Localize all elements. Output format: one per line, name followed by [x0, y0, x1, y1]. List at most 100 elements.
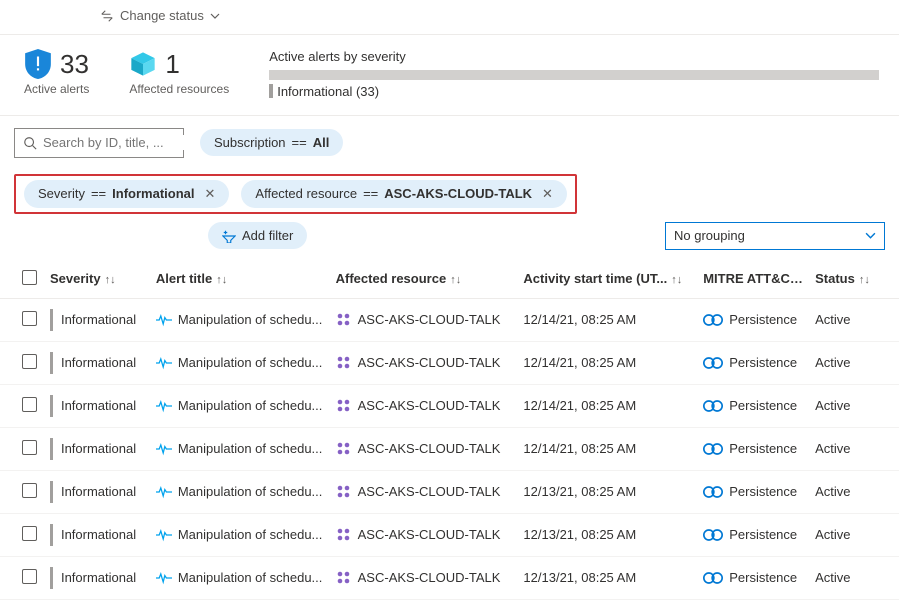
- pulse-icon: [156, 313, 172, 327]
- close-icon[interactable]: ✕: [542, 186, 553, 202]
- pulse-icon: [156, 356, 172, 370]
- cluster-icon: [336, 355, 352, 371]
- table-header: Severity↑↓ Alert title↑↓ Affected resour…: [0, 262, 899, 299]
- persistence-icon: [703, 527, 723, 543]
- severity-indicator: [50, 524, 53, 546]
- severity-title: Active alerts by severity: [269, 49, 879, 64]
- activity-time: 12/13/21, 08:25 AM: [523, 570, 703, 585]
- status-value: Active: [815, 312, 885, 327]
- sort-icon: ↑↓: [216, 274, 227, 286]
- row-checkbox[interactable]: [22, 483, 37, 498]
- mitre-cell: Persistence: [703, 398, 815, 414]
- mitre-tactic: Persistence: [729, 441, 797, 456]
- severity-indicator: [50, 395, 53, 417]
- active-alerts-stat: 33 Active alerts: [24, 49, 89, 96]
- severity-indicator: [50, 438, 53, 460]
- alert-title: Manipulation of schedu...: [178, 570, 323, 585]
- persistence-icon: [703, 398, 723, 414]
- col-header-resource[interactable]: Affected resource↑↓: [336, 271, 524, 286]
- pulse-icon: [156, 571, 172, 585]
- col-header-mitre[interactable]: MITRE ATT&CK...: [703, 271, 815, 286]
- add-filter-icon: [222, 229, 236, 243]
- severity-value: Informational: [61, 441, 144, 456]
- sort-icon: ↑↓: [859, 274, 870, 286]
- activity-time: 12/14/21, 08:25 AM: [523, 398, 703, 413]
- resource-name: ASC-AKS-CLOUD-TALK: [358, 527, 501, 542]
- row-checkbox[interactable]: [22, 569, 37, 584]
- resource-name: ASC-AKS-CLOUD-TALK: [358, 398, 501, 413]
- search-field[interactable]: [43, 135, 219, 150]
- severity-value: Informational: [61, 355, 144, 370]
- change-status-button[interactable]: Change status: [100, 8, 220, 23]
- sort-icon: ↑↓: [105, 274, 116, 286]
- col-header-title[interactable]: Alert title↑↓: [156, 271, 336, 286]
- row-checkbox[interactable]: [22, 440, 37, 455]
- mitre-cell: Persistence: [703, 527, 815, 543]
- row-checkbox[interactable]: [22, 354, 37, 369]
- alert-title: Manipulation of schedu...: [178, 441, 323, 456]
- mitre-tactic: Persistence: [729, 398, 797, 413]
- active-alerts-label: Active alerts: [24, 82, 89, 96]
- resource-cell: ASC-AKS-CLOUD-TALK: [336, 484, 524, 500]
- table-row[interactable]: Informational Manipulation of schedu... AS…: [0, 514, 899, 557]
- mitre-tactic: Persistence: [729, 355, 797, 370]
- table-row[interactable]: InformationalManipulation of schedu...AS…: [0, 385, 899, 428]
- close-icon[interactable]: ✕: [205, 186, 216, 202]
- table-row[interactable]: Informational Manipulation of schedu... AS…: [0, 428, 899, 471]
- row-checkbox[interactable]: [22, 526, 37, 541]
- severity-value: Informational: [61, 484, 144, 499]
- row-checkbox[interactable]: [22, 311, 37, 326]
- cluster-icon: [336, 441, 352, 457]
- table-row[interactable]: InformationalManipulation of schedu...AS…: [0, 342, 899, 385]
- col-header-severity[interactable]: Severity↑↓: [50, 271, 156, 286]
- filter-value: All: [313, 135, 330, 150]
- filter-op: ==: [363, 186, 378, 201]
- resource-cell: ASC-AKS-CLOUD-TALK: [336, 570, 524, 586]
- mitre-tactic: Persistence: [729, 527, 797, 542]
- severity-value: Informational: [61, 570, 144, 585]
- grouping-dropdown[interactable]: No grouping: [665, 222, 885, 250]
- severity-indicator: [50, 567, 53, 589]
- add-filter-label: Add filter: [242, 228, 293, 243]
- mitre-tactic: Persistence: [729, 312, 797, 327]
- activity-time: 12/14/21, 08:25 AM: [523, 441, 703, 456]
- filter-pill-resource[interactable]: Affected resource == ASC-AKS-CLOUD-TALK …: [241, 180, 567, 208]
- persistence-icon: [703, 312, 723, 328]
- chevron-down-icon: [210, 11, 220, 21]
- row-checkbox[interactable]: [22, 397, 37, 412]
- alert-title-cell: Manipulation of schedu...: [156, 527, 336, 542]
- cluster-icon: [336, 312, 352, 328]
- resource-cell: ASC-AKS-CLOUD-TALK: [336, 441, 524, 457]
- table-row[interactable]: InformationalManipulation of schedu...AS…: [0, 299, 899, 342]
- filter-value: Informational: [112, 186, 194, 201]
- alert-title: Manipulation of schedu...: [178, 312, 323, 327]
- pulse-icon: [156, 528, 172, 542]
- search-icon: [23, 136, 37, 150]
- alert-title: Manipulation of schedu...: [178, 527, 323, 542]
- severity-value: Informational: [61, 527, 144, 542]
- add-filter-button[interactable]: Add filter: [208, 222, 307, 249]
- resource-name: ASC-AKS-CLOUD-TALK: [358, 570, 501, 585]
- toolbar: Change status: [0, 0, 899, 35]
- filter-pill-subscription[interactable]: Subscription == All: [200, 129, 343, 156]
- table-row[interactable]: Informational Manipulation of schedu... AS…: [0, 557, 899, 600]
- severity-bar: [269, 70, 879, 80]
- table-row[interactable]: InformationalManipulation of schedu...AS…: [0, 471, 899, 514]
- status-value: Active: [815, 355, 885, 370]
- mitre-tactic: Persistence: [729, 484, 797, 499]
- cluster-icon: [336, 398, 352, 414]
- mitre-tactic: Persistence: [729, 570, 797, 585]
- active-alerts-count: 33: [60, 49, 89, 80]
- select-all-checkbox[interactable]: [22, 270, 37, 285]
- col-header-time[interactable]: Activity start time (UT...↑↓: [523, 271, 703, 286]
- status-value: Active: [815, 527, 885, 542]
- filter-pill-severity[interactable]: Severity == Informational ✕: [24, 180, 229, 208]
- summary-bar: 33 Active alerts 1 Affected resources Ac…: [0, 35, 899, 116]
- activity-time: 12/13/21, 08:25 AM: [523, 527, 703, 542]
- cluster-icon: [336, 570, 352, 586]
- affected-resources-label: Affected resources: [129, 82, 229, 96]
- severity-value: Informational: [61, 398, 144, 413]
- search-input[interactable]: [14, 128, 184, 158]
- col-header-status[interactable]: Status↑↓: [815, 271, 885, 286]
- resource-name: ASC-AKS-CLOUD-TALK: [358, 441, 501, 456]
